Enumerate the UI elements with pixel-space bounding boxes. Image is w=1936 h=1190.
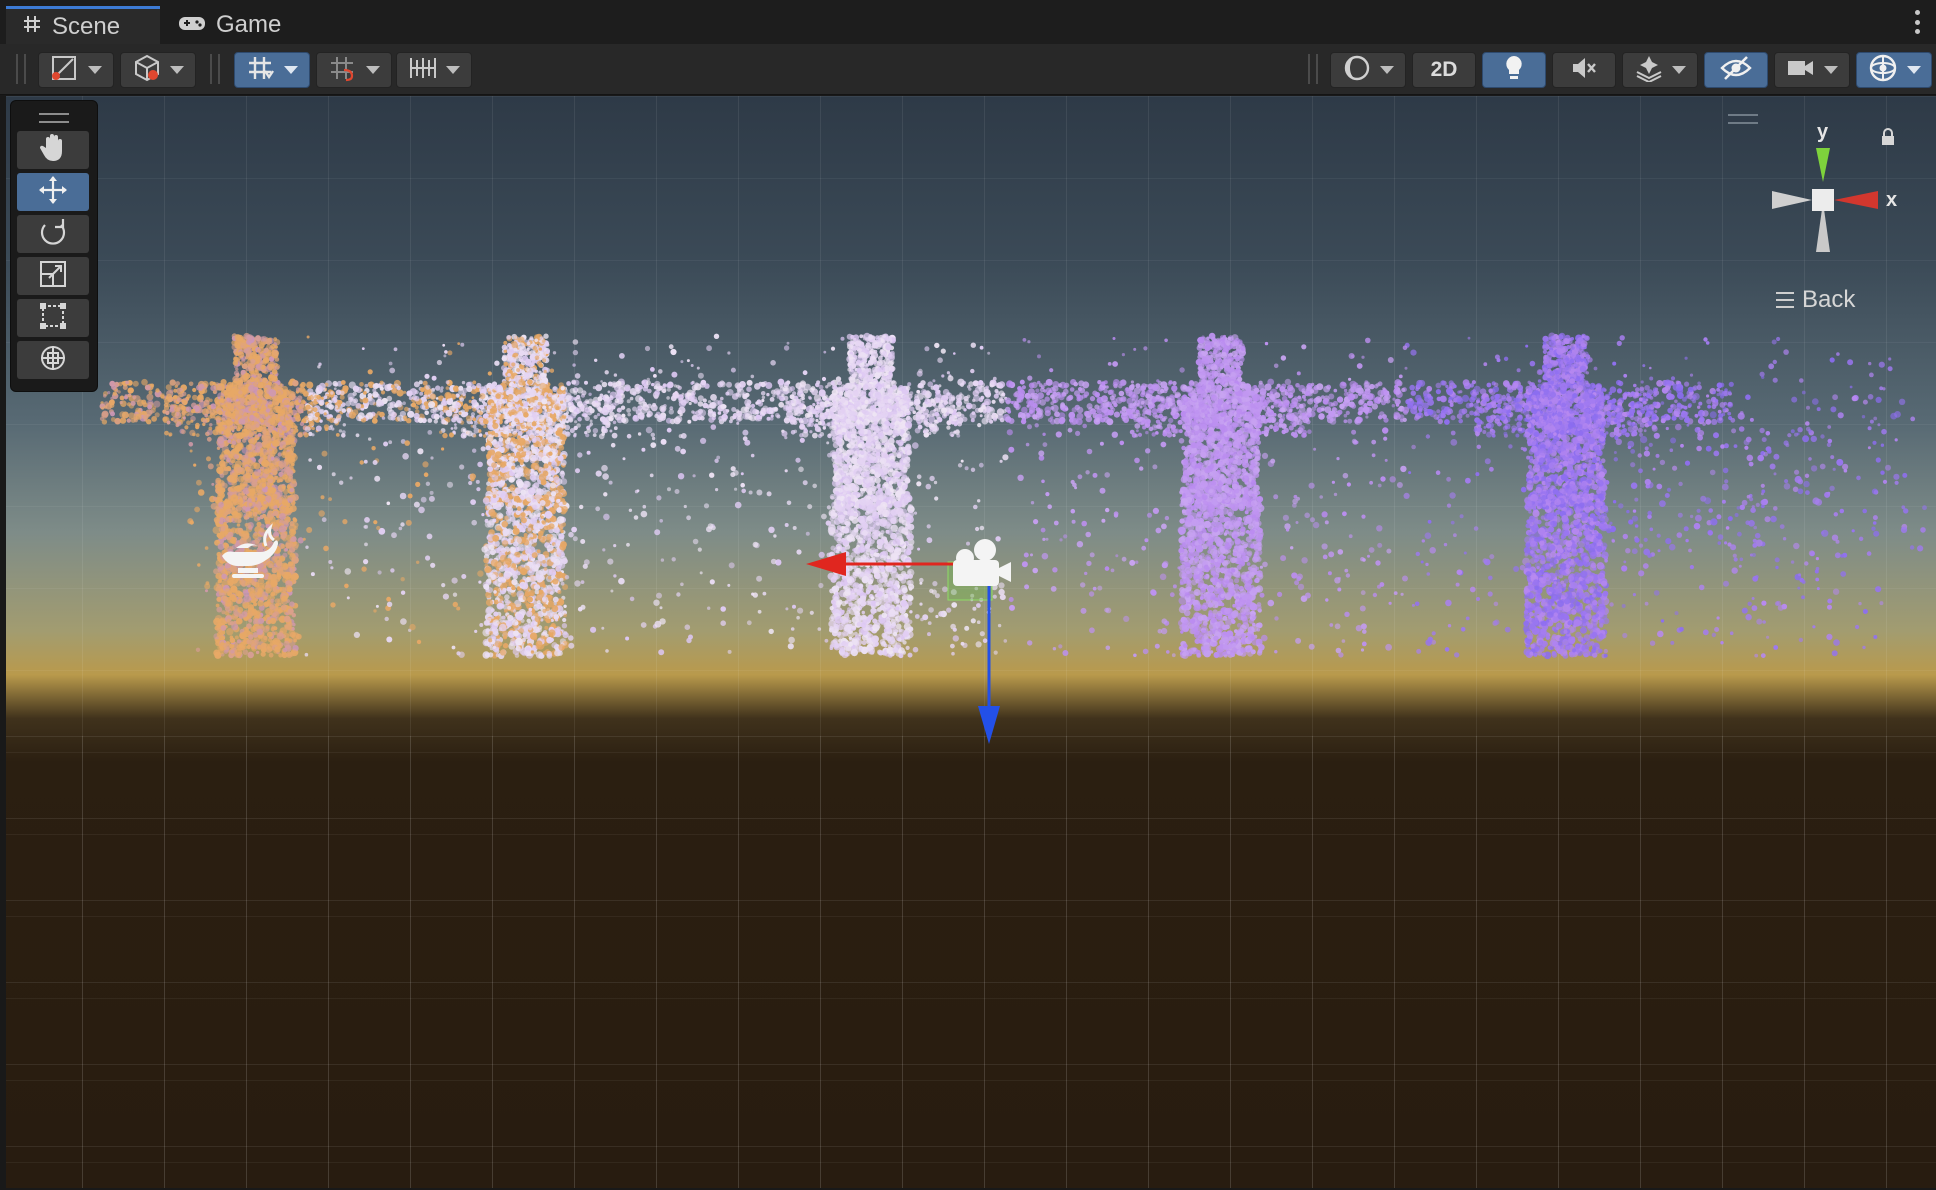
rotate-tool-button[interactable] [17,215,89,253]
orientation-gizmo[interactable]: y x [1760,110,1920,310]
scene-toolbar: 2D [0,44,1936,95]
grid-snapping-icon [246,54,276,87]
gizmos-dropdown[interactable] [1856,52,1932,88]
gizmos-icon [1867,52,1899,89]
transform-handle[interactable] [6,96,1936,1188]
effects-icon [1634,54,1664,87]
lightbulb-icon [1503,54,1525,87]
toggle-2d-label: 2D [1430,58,1458,81]
hash-icon [22,13,42,41]
menu-icon [1776,292,1794,308]
gizmo-y-label: y [1817,121,1829,143]
gizmo-x-label: x [1886,189,1897,211]
toolbar-grip-3[interactable] [1308,54,1318,84]
view-mode-label[interactable]: Back [1776,286,1855,314]
more-options-icon[interactable] [1914,10,1920,34]
transform-icon [37,342,69,379]
camera-gizmo[interactable] [941,536,1021,592]
render-mode-dropdown[interactable] [120,52,196,88]
shading-icon [1342,53,1372,88]
increment-snap-dropdown[interactable] [316,52,392,88]
toolbar-grip[interactable] [16,54,26,84]
grid-snapping-toggle[interactable] [234,52,310,88]
hand-tool-button[interactable] [17,131,89,169]
scene-viewport[interactable] [6,96,1936,1188]
move-icon [37,174,69,211]
tab-bar: Scene Game [0,0,1936,45]
z-axis-arrow[interactable] [978,706,1000,744]
grid-visibility-dropdown[interactable] [396,52,472,88]
rect-icon [37,300,69,337]
tools-overlay [10,100,98,392]
render-mode-icon [132,54,162,87]
camera-dropdown[interactable] [1774,52,1850,88]
increment-snap-icon [328,54,358,87]
gizmo-center-cube[interactable] [1812,189,1834,211]
tab-game-label: Game [216,11,282,38]
hidden-objects-toggle[interactable] [1704,52,1768,88]
audio-toggle[interactable] [1552,52,1616,88]
view-mode-text: Back [1802,286,1856,313]
shading-mode-dropdown[interactable] [1330,52,1406,88]
lighting-toggle[interactable] [1482,52,1546,88]
tab-scene[interactable]: Scene [6,6,160,44]
gizmo-drag-handle[interactable] [1728,114,1758,124]
scale-tool-button[interactable] [17,257,89,295]
tab-scene-label: Scene [52,12,121,40]
transform-tool-button[interactable] [17,341,89,379]
gizmo-y-cone[interactable] [1816,148,1830,182]
tab-game[interactable]: Game [170,6,281,44]
effects-dropdown[interactable] [1622,52,1698,88]
audio-mute-icon [1570,56,1598,85]
rect-tool-button[interactable] [17,299,89,337]
rotate-icon [37,216,69,253]
tools-overlay-handle[interactable] [39,113,69,123]
gizmo-x-cone[interactable] [1834,191,1878,209]
grid-visibility-icon [408,54,438,87]
eye-slash-icon [1720,55,1752,86]
hand-icon [37,132,69,169]
toggle-2d-button[interactable]: 2D [1412,52,1476,88]
gizmo-neg-x-cone[interactable] [1772,191,1812,209]
move-tool-button[interactable] [17,173,89,211]
draw-mode-icon [50,54,80,87]
toolbar-grip-2[interactable] [210,54,220,84]
x-axis-arrow[interactable] [806,552,846,576]
draw-mode-dropdown[interactable] [38,52,114,88]
gamepad-icon [178,11,206,39]
scale-icon [37,258,69,295]
camera-icon [1786,56,1816,85]
